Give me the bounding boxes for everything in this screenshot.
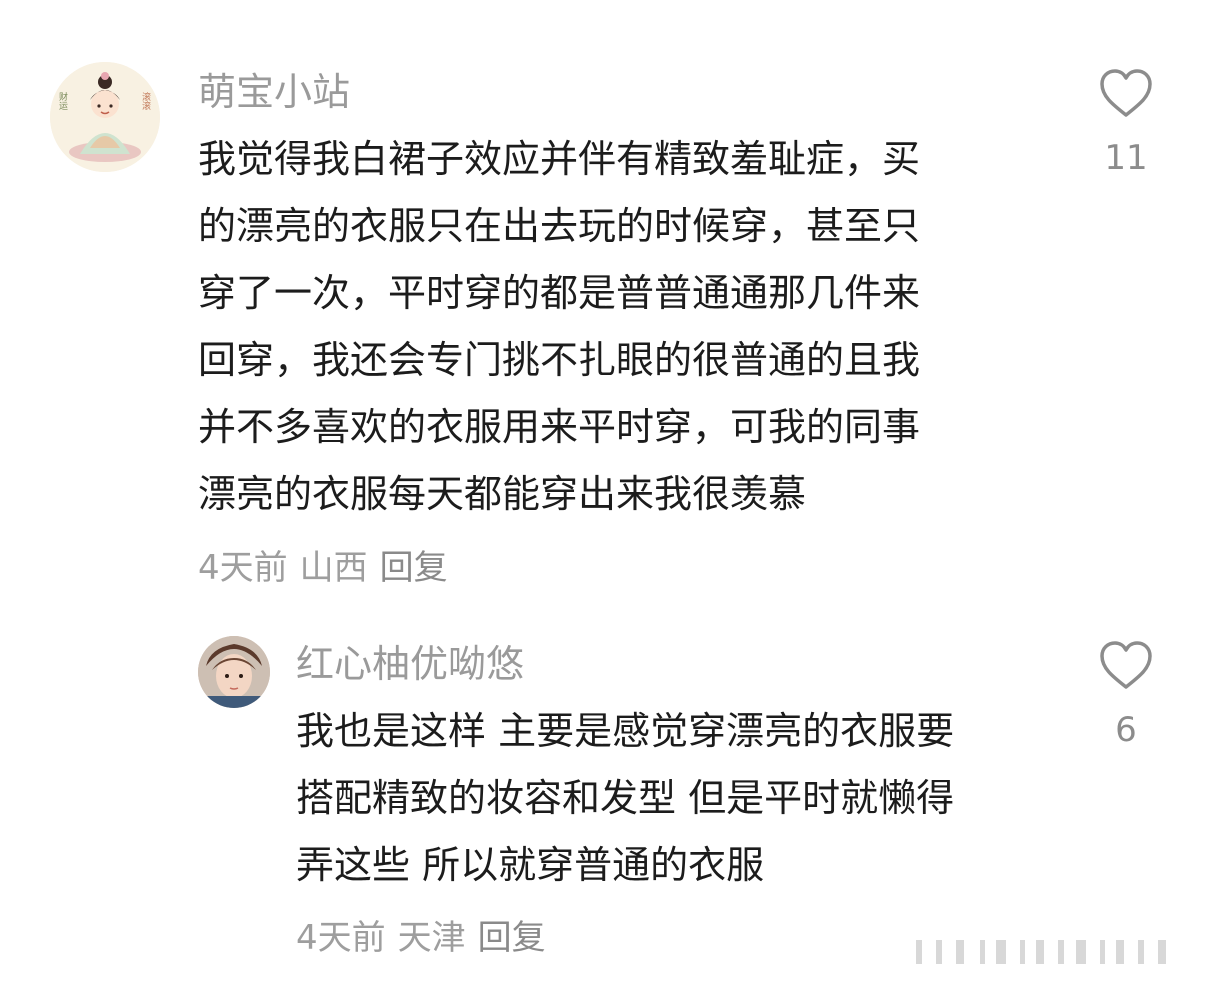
avatar-text-right: 滚滚 [140, 92, 150, 110]
avatar[interactable]: 财运 滚滚 [50, 62, 160, 172]
avatar[interactable] [198, 636, 270, 708]
reply-button[interactable]: 回复 [478, 918, 546, 958]
reply-comment-item: 红心柚优呦悠 我也是这样 主要是感觉穿漂亮的衣服要 搭配精致的妆容和发型 但是平… [0, 600, 1206, 980]
like-count: 11 [1104, 138, 1148, 178]
heart-icon [1100, 641, 1152, 689]
avatar-figure-icon [50, 62, 160, 172]
comment-text: 我觉得我白裙子效应并伴有精致羞耻症，买 的漂亮的衣服只在出去玩的时候穿，甚至只 … [198, 137, 921, 516]
watermark-graphic [916, 940, 1166, 964]
heart-icon [1100, 69, 1152, 117]
comment-location: 山西 [299, 548, 368, 588]
comment-username[interactable]: 红心柚优呦悠 [296, 642, 524, 686]
avatar-portrait-icon [198, 636, 270, 708]
comment-meta: 4天前 天津 回复 [296, 918, 558, 958]
like-count: 6 [1115, 710, 1137, 750]
like-button[interactable]: 11 [1086, 68, 1166, 178]
comment-username[interactable]: 萌宝小站 [198, 70, 350, 114]
comment-meta: 4天前 山西 回复 [198, 548, 460, 588]
comment-time: 4天前 [198, 548, 288, 588]
avatar-text-left: 财运 [57, 92, 67, 110]
like-button[interactable]: 6 [1086, 640, 1166, 750]
comment-text: 我也是这样 主要是感觉穿漂亮的衣服要 搭配精致的妆容和发型 但是平时就懒得 弄这… [296, 709, 955, 887]
comment-time: 4天前 [296, 918, 386, 958]
reply-button[interactable]: 回复 [380, 548, 448, 588]
comment-location: 天津 [397, 918, 466, 958]
comment-item: 财运 滚滚 萌宝小站 我觉得我白裙子效应并伴有精致羞耻症，买 的漂亮的衣服只在出… [0, 0, 1206, 600]
